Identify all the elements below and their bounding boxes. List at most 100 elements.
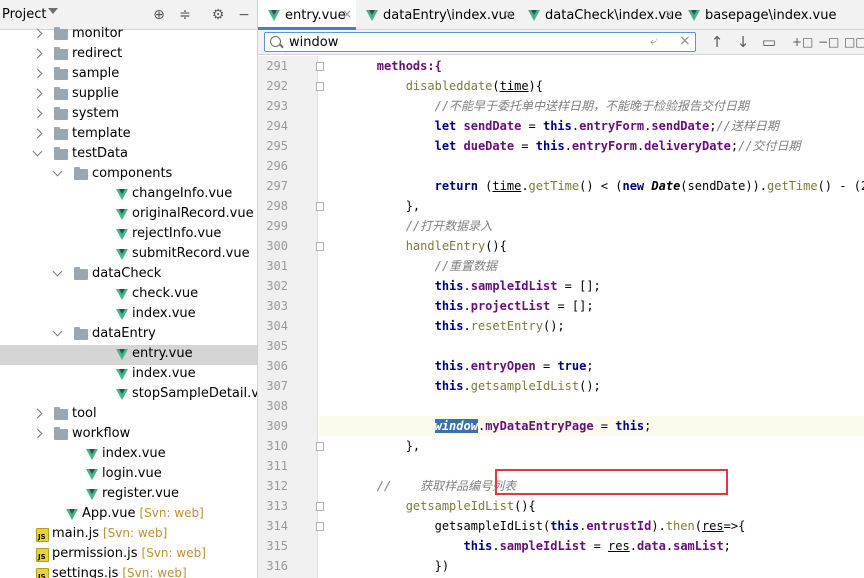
code-line[interactable] — [319, 396, 864, 416]
code-area[interactable]: methods:{ disableddate(time){ //不能早于委托单中… — [319, 56, 864, 578]
code-line[interactable] — [319, 336, 864, 356]
code-line[interactable]: }, — [319, 196, 864, 216]
chevron-right-icon[interactable] — [32, 28, 43, 39]
chevron-right-icon[interactable] — [32, 428, 43, 439]
tree-file[interactable]: login.vue — [0, 465, 257, 485]
editor-tab[interactable]: basepage\index.vue — [678, 0, 864, 30]
tree-folder[interactable]: redirect — [0, 45, 257, 65]
tree-file[interactable]: rejectInfo.vue — [0, 225, 257, 245]
code-line[interactable]: this.sampleIdList = res.data.samList; — [319, 536, 864, 556]
chevron-right-icon[interactable] — [32, 68, 43, 79]
editor-tab[interactable]: dataEntry\index.vue × — [356, 0, 518, 30]
code-line[interactable]: disableddate(time){ — [319, 76, 864, 96]
collapse-all-icon[interactable]: ≑ — [177, 7, 193, 23]
previous-occurrence-icon[interactable]: ↑ — [708, 33, 726, 51]
tree-folder[interactable]: testData — [0, 145, 257, 165]
select-all-occurrences-icon[interactable]: □□ — [844, 33, 864, 51]
project-title[interactable]: Project — [2, 7, 46, 22]
editor-tab[interactable]: dataCheck\index.vue × — [518, 0, 682, 30]
search-box[interactable]: ⤶ × — [264, 32, 696, 52]
chevron-right-icon[interactable] — [32, 108, 43, 119]
code-line[interactable]: window.myDataEntryPage = this; — [319, 416, 864, 436]
close-icon[interactable]: × — [504, 7, 514, 21]
code-line[interactable]: this.projectList = []; — [319, 296, 864, 316]
tree-folder[interactable]: sample — [0, 65, 257, 85]
code-line[interactable]: let dueDate = this.entryForm.deliveryDat… — [319, 136, 864, 156]
code-token: sendDate — [463, 119, 522, 133]
chevron-right-icon[interactable] — [32, 128, 43, 139]
remove-occurrence-icon[interactable]: −□ — [818, 33, 839, 51]
tree-file[interactable]: check.vue — [0, 285, 257, 305]
tree-folder[interactable]: dataEntry — [0, 325, 257, 345]
tree-file[interactable]: originalRecord.vue — [0, 205, 257, 225]
select-all-icon[interactable]: ▭ — [760, 33, 778, 51]
next-occurrence-icon[interactable]: ↓ — [734, 33, 752, 51]
line-number: 303 — [266, 299, 288, 313]
code-line[interactable]: //重置数据 — [319, 256, 864, 276]
tree-folder[interactable]: dataCheck — [0, 265, 257, 285]
clear-search-icon[interactable]: × — [679, 33, 691, 49]
chevron-down-icon[interactable] — [32, 146, 43, 157]
tree-file[interactable]: index.vue — [0, 305, 257, 325]
tree-folder[interactable]: components — [0, 165, 257, 185]
code-line[interactable]: this.entryOpen = true; — [319, 356, 864, 376]
code-line[interactable]: this.sampleIdList = []; — [319, 276, 864, 296]
tree-folder[interactable]: workflow — [0, 425, 257, 445]
tree-folder[interactable]: monitor — [0, 25, 257, 45]
code-line[interactable]: let sendDate = this.entryForm.sendDate;/… — [319, 116, 864, 136]
tree-folder[interactable]: system — [0, 105, 257, 125]
code-line[interactable] — [319, 156, 864, 176]
code-line[interactable]: handleEntry(){ — [319, 236, 864, 256]
close-icon[interactable]: × — [342, 7, 352, 21]
tree-file[interactable]: JS permission.js [Svn: web] — [0, 545, 257, 565]
minimize-icon[interactable]: − — [236, 7, 252, 23]
chevron-down-icon[interactable] — [52, 326, 63, 337]
tree-file[interactable]: App.vue [Svn: web] — [0, 505, 257, 525]
tree-folder[interactable]: template — [0, 125, 257, 145]
project-panel: Project ⊕ ≑ ⚙ − monitor redirect sample sup… — [0, 0, 258, 578]
editor-tab[interactable]: entry.vue × — [258, 0, 356, 30]
code-line[interactable]: return (time.getTime() < (new Date(sendD… — [319, 176, 864, 196]
tree-file[interactable]: stopSampleDetail.vue — [0, 385, 257, 405]
code-line[interactable]: //不能早于委托单中送样日期，不能晚于检验报告交付日期 — [319, 96, 864, 116]
code-token: let — [434, 119, 464, 133]
tree-file[interactable]: JS main.js [Svn: web] — [0, 525, 257, 545]
tree-file[interactable]: JS settings.js [Svn: web] — [0, 565, 257, 578]
chevron-right-icon[interactable] — [32, 408, 43, 419]
close-icon[interactable]: × — [664, 7, 674, 21]
tree-file[interactable]: changeInfo.vue — [0, 185, 257, 205]
tree-item-label: settings.js [Svn: web] — [52, 566, 187, 578]
tree-file[interactable]: index.vue — [0, 445, 257, 465]
chevron-right-icon[interactable] — [32, 48, 43, 59]
code-line[interactable]: //打开数据录入 — [319, 216, 864, 236]
code-line[interactable]: getsampleIdList(){ — [319, 496, 864, 516]
chevron-down-icon[interactable] — [52, 266, 63, 277]
code-token: sampleIdList — [499, 539, 587, 553]
tree-file[interactable]: entry.vue — [0, 345, 257, 365]
code-token: dueDate — [463, 139, 515, 153]
code-line[interactable]: }) — [319, 556, 864, 576]
search-icon — [270, 36, 281, 47]
target-icon[interactable]: ⊕ — [151, 7, 167, 23]
gear-icon[interactable]: ⚙ — [210, 7, 226, 23]
code-token: . — [629, 539, 637, 553]
chevron-down-icon[interactable] — [48, 8, 58, 14]
tree-folder[interactable]: supplie — [0, 85, 257, 105]
code-line[interactable]: this.resetEntry(); — [319, 316, 864, 336]
tree-file[interactable]: index.vue — [0, 365, 257, 385]
chevron-right-icon[interactable] — [32, 88, 43, 99]
code-line[interactable]: }, — [319, 436, 864, 456]
search-input[interactable] — [289, 34, 639, 50]
code-line[interactable]: methods:{ — [319, 56, 864, 76]
tree-file[interactable]: register.vue — [0, 485, 257, 505]
add-occurrence-icon[interactable]: +□ — [792, 33, 813, 51]
code-line[interactable]: getsampleIdList(this.entrustId).then(res… — [319, 516, 864, 536]
code-line[interactable]: this.getsampleIdList(); — [319, 376, 864, 396]
new-line-icon[interactable]: ⤶ — [650, 34, 657, 49]
tree-file[interactable]: submitRecord.vue — [0, 245, 257, 265]
chevron-down-icon[interactable] — [52, 166, 63, 177]
tree-folder[interactable]: tool — [0, 405, 257, 425]
tree-item-label: workflow — [72, 426, 131, 441]
